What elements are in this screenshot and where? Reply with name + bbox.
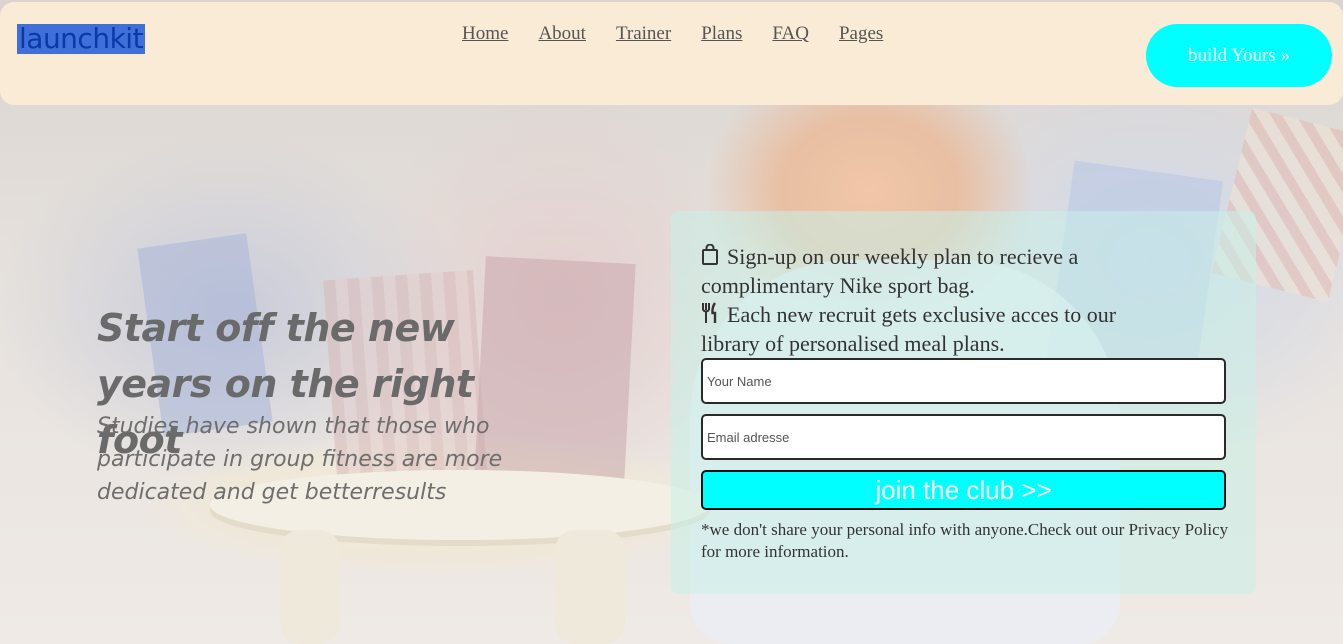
nav-link-faq[interactable]: FAQ xyxy=(772,23,809,45)
perk-sport-bag: Sign-up on our weekly plan to recieve a … xyxy=(701,242,1141,300)
stool-leg xyxy=(280,530,340,644)
perk-text: Sign-up on our weekly plan to recieve a … xyxy=(701,244,1079,298)
name-input[interactable] xyxy=(701,358,1226,404)
fork-knife-icon xyxy=(701,302,721,324)
nav-link-pages[interactable]: Pages xyxy=(839,23,883,45)
hero-subtitle: Studies have shown that those who partic… xyxy=(97,414,503,505)
site-header: launchkit Home About Trainer Plans FAQ P… xyxy=(0,2,1343,105)
perk-text: Each new recruit gets exclusive acces to… xyxy=(701,302,1117,356)
logo[interactable]: launchkit xyxy=(17,24,146,54)
nav-link-plans[interactable]: Plans xyxy=(701,23,742,45)
perk-meal-plans: Each new recruit gets exclusive acces to… xyxy=(701,300,1141,358)
email-input[interactable] xyxy=(701,414,1226,460)
privacy-disclaimer: *we don't share your personal info with … xyxy=(701,520,1229,561)
nav-link-trainer[interactable]: Trainer xyxy=(616,23,671,45)
join-club-button[interactable]: join the club >> xyxy=(701,470,1226,510)
stool-leg xyxy=(555,530,625,644)
nav-link-about[interactable]: About xyxy=(538,23,586,45)
main-nav: Home About Trainer Plans FAQ Pages xyxy=(462,23,883,45)
build-yours-button[interactable]: build Yours » xyxy=(1146,24,1332,87)
nav-link-home[interactable]: Home xyxy=(462,23,508,45)
shopping-bag-icon xyxy=(701,243,721,266)
